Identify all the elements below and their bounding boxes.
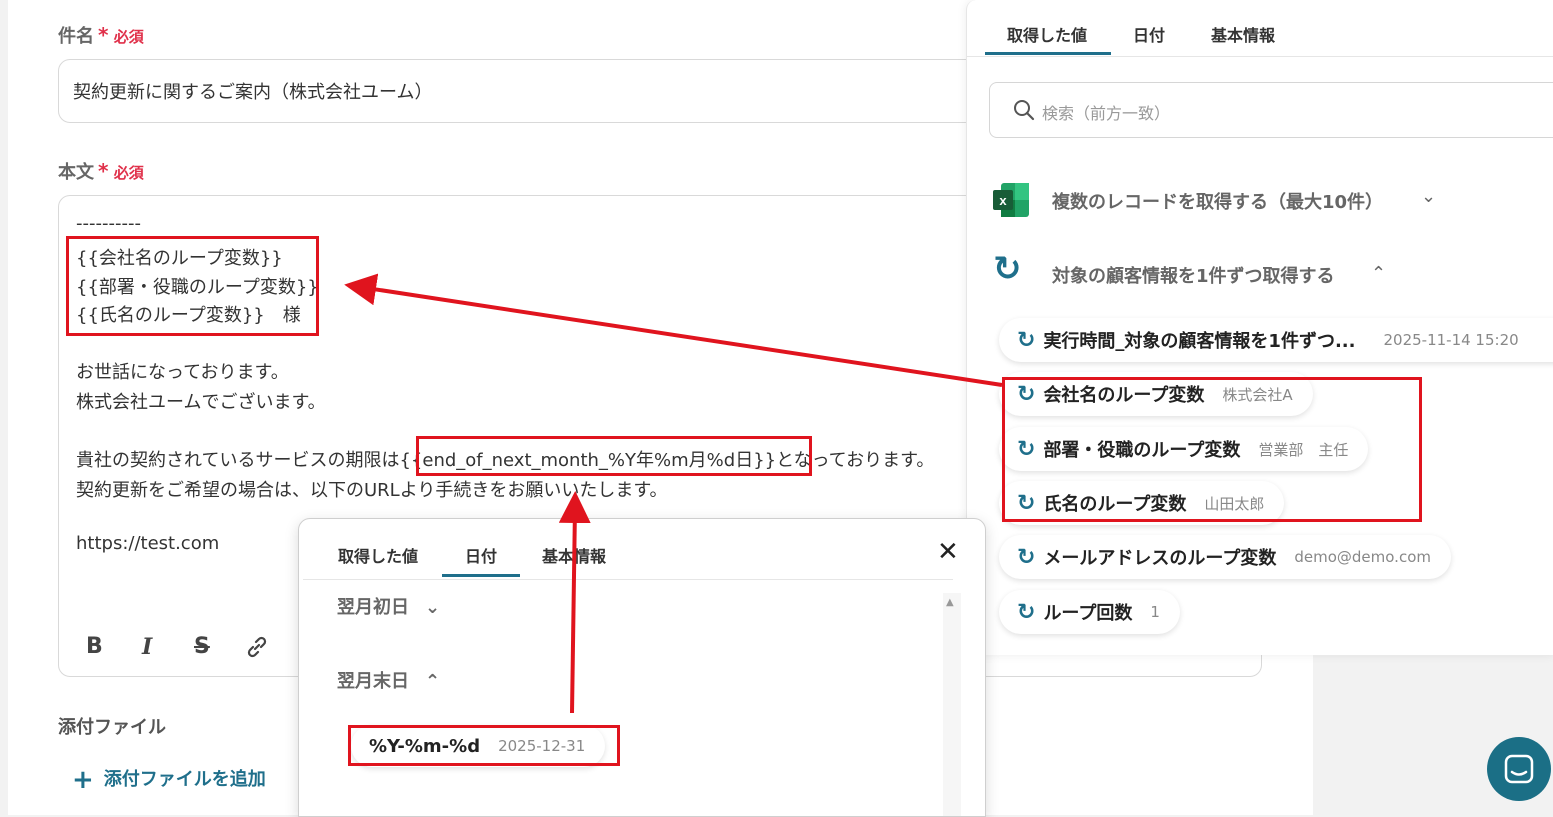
search-icon [1014,100,1035,121]
body-line-greeting: お世話になっております。 [76,362,289,383]
link-button[interactable] [244,634,270,665]
popup-tab-basic-info[interactable]: 基本情報 [542,543,606,567]
section-first-day-next-month[interactable]: 翌月初日 ⌄ [337,593,440,619]
search-placeholder: 検索（前方一致） [1042,104,1171,123]
bold-button[interactable]: B [86,634,103,659]
required-mark: * 必須 [98,159,144,183]
highlight-date-format [348,725,620,766]
highlight-loop-chips [1002,377,1422,522]
popup-tab-retrieved-values[interactable]: 取得した値 [338,543,418,567]
tab-divider [967,56,1553,57]
subject-value: 契約更新に関するご案内（株式会社ユーム） [73,82,433,103]
body-label: 本文 * 必須 [58,159,144,183]
help-chat-button[interactable] [1487,737,1551,801]
strikethrough-button[interactable]: S [194,634,210,659]
variable-chip-exec-time[interactable]: ↻ 実行時間_対象の顧客情報を1件ずつ... 2025-11-14 15:20 [999,318,1553,362]
svg-text:x: x [999,193,1007,208]
close-icon[interactable]: ✕ [937,537,959,567]
active-tab-indicator [985,52,1111,55]
body-line-renewal: 契約更新をご希望の場合は、以下のURLより手続きをお願いいたします。 [76,480,668,501]
date-variable-popup: 取得した値 日付 基本情報 ✕ 翌月初日 ⌄ 翌月末日 ⌃ %Y-%m-%d 2025… [298,518,986,817]
tab-date[interactable]: 日付 [1133,22,1165,46]
loop-icon: ↻ [1017,544,1036,570]
body-line-company-intro: 株式会社ユームでございます。 [76,392,326,413]
popup-active-tab-indicator [442,574,520,577]
link-icon [247,636,267,658]
add-attachment-button[interactable]: + 添付ファイルを追加 [72,762,266,795]
chat-icon [1504,754,1534,784]
search-input[interactable]: 検索（前方一致） [989,82,1553,138]
body-divider: ---------- [76,213,141,234]
highlight-date-variable [416,436,812,476]
popup-divider [303,579,953,580]
attachment-label: 添付ファイル [58,717,166,738]
section-last-day-next-month[interactable]: 翌月末日 ⌃ [337,667,440,693]
variable-chip-email[interactable]: ↻ メールアドレスのループ変数 demo@demo.com [999,535,1451,579]
italic-button[interactable]: I [142,634,152,660]
body-line-url: https://test.com [76,533,220,554]
group-multiple-records[interactable]: x 複数のレコードを取得する（最大10件） ⌄ [993,183,1436,221]
chevron-down-icon: ⌄ [425,597,441,618]
scroll-up-icon[interactable]: ▲ [946,597,954,608]
popup-tab-date[interactable]: 日付 [465,543,497,567]
loop-icon: ↻ [1017,599,1036,625]
loop-icon: ↻ [993,249,1022,289]
tab-retrieved-values[interactable]: 取得した値 [1007,22,1087,46]
chevron-up-icon: ⌃ [425,671,441,692]
chevron-up-icon: ⌃ [1371,263,1387,284]
subject-label: 件名 * 必須 [58,23,144,47]
required-mark: * 必須 [98,23,144,47]
plus-icon: + [72,765,94,795]
loop-icon: ↻ [1017,327,1036,353]
highlight-loop-variables [66,236,319,336]
excel-icon: x [993,183,1029,217]
variable-panel: 取得した値 日付 基本情報 検索（前方一致） x 複数のレコードを取得する（最大… [966,0,1553,655]
chevron-down-icon: ⌄ [1421,186,1437,207]
tab-basic-info[interactable]: 基本情報 [1211,22,1275,46]
variable-chip-loop-count[interactable]: ↻ ループ回数 1 [999,590,1180,634]
subject-input[interactable]: 契約更新に関するご案内（株式会社ユーム） [58,59,1060,123]
popup-scrollbar[interactable]: ▲ [943,593,961,816]
